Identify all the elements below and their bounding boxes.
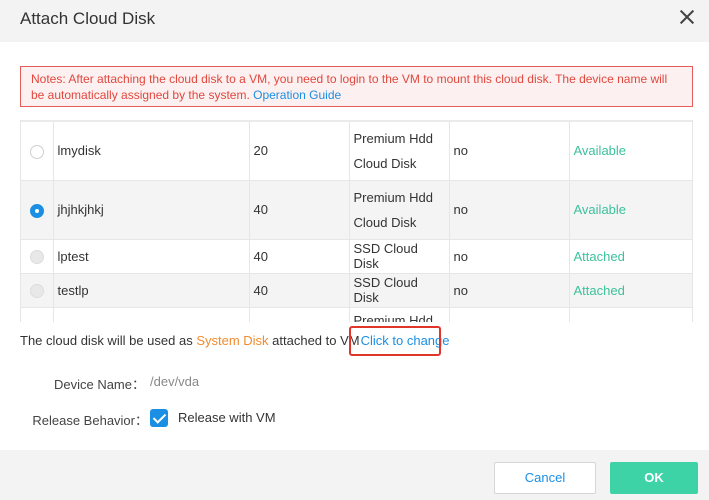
disk-shared (449, 307, 570, 322)
disk-shared: no (449, 239, 570, 274)
disk-shared: no (449, 273, 570, 308)
disk-size: 40 (249, 180, 350, 240)
disk-status: Attached (569, 273, 692, 308)
disk-shared: no (449, 180, 570, 240)
disk-status: Available (569, 120, 692, 181)
release-with-vm-label: Release with VM (178, 410, 276, 425)
table-row[interactable]: jhjhkjhkj 40 Premium Hdd Cloud Disk no Av… (21, 180, 692, 240)
disk-size: 40 (249, 239, 350, 274)
disk-name: jhjhkjhkj (53, 180, 250, 240)
disk-type: Premium Hdd Cloud Disk (349, 180, 450, 240)
radio-button-disabled (29, 249, 44, 264)
operation-guide-link[interactable]: Operation Guide (253, 88, 341, 102)
disk-shared: no (449, 120, 570, 181)
disk-type: SSD Cloud Disk (349, 239, 450, 274)
table-row[interactable]: lmydisk 20 Premium Hdd Cloud Disk no Avai… (21, 120, 692, 181)
table-row: lptest 40 SSD Cloud Disk no Attached (21, 239, 692, 274)
device-name-label: Device Name： (53, 377, 145, 392)
disk-role: System Disk (196, 333, 269, 348)
table-row: testlp 40 SSD Cloud Disk no Attached (21, 273, 692, 308)
disk-status: Attached (569, 239, 692, 274)
attach-cloud-disk-dialog: Attach Cloud Disk Notes: After attaching… (0, 0, 709, 500)
click-to-change-link[interactable]: Click to change (360, 333, 451, 348)
radio-button-disabled (29, 283, 44, 298)
cancel-button[interactable]: Cancel (494, 462, 596, 494)
dialog-header: Attach Cloud Disk (0, 0, 709, 42)
disk-status: Available (569, 180, 692, 240)
disk-table: lmydisk 20 Premium Hdd Cloud Disk no Avai… (20, 120, 693, 322)
table-row[interactable]: Premium Hdd (21, 307, 692, 322)
disk-type: SSD Cloud Disk (349, 273, 450, 308)
disk-name: lmydisk (53, 120, 250, 181)
disk-usage-line: The cloud disk will be used as System Di… (20, 333, 451, 348)
device-name-value: /dev/vda (150, 374, 200, 389)
disk-name: lptest (53, 239, 250, 274)
dialog-footer (0, 450, 709, 500)
disk-type: Premium Hdd Cloud Disk (349, 120, 450, 181)
release-with-vm-checkbox[interactable] (150, 409, 168, 427)
disk-size (249, 307, 350, 322)
radio-button-selected[interactable] (29, 203, 44, 218)
usage-middle: attached to VM (268, 333, 360, 348)
disk-type: Premium Hdd (349, 307, 450, 322)
ok-button[interactable]: OK (610, 462, 698, 494)
disk-name: testlp (53, 273, 250, 308)
notice-banner: Notes: After attaching the cloud disk to… (20, 66, 693, 107)
disk-size: 40 (249, 273, 350, 308)
dialog-title: Attach Cloud Disk (20, 9, 156, 28)
disk-size: 20 (249, 120, 350, 181)
radio-button[interactable] (29, 144, 44, 159)
disk-name (53, 307, 250, 322)
notice-text: Notes: After attaching the cloud disk to… (31, 72, 668, 102)
usage-prefix: The cloud disk will be used as (20, 333, 197, 348)
close-icon[interactable] (676, 6, 698, 28)
disk-status (569, 307, 692, 322)
release-behavior-label: Release Behavior： (32, 413, 148, 428)
